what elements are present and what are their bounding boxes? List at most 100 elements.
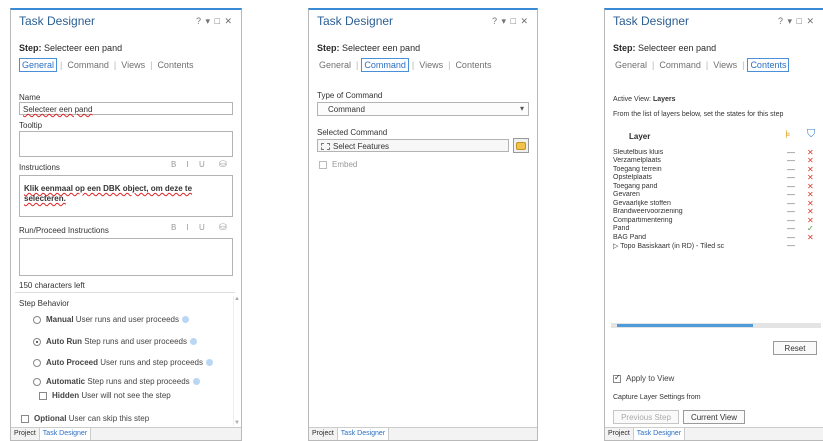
tab-command[interactable]: Command [361, 58, 409, 72]
window-controls[interactable]: ? ▾ □ ✕ [492, 16, 529, 27]
radio-desc: User runs and user proceeds [75, 315, 179, 324]
current-view-button[interactable]: Current View [683, 410, 745, 424]
layer-row[interactable]: Brandweervoorziening — ✕ [613, 207, 818, 216]
tab-general[interactable]: General [317, 59, 353, 71]
active-view: Active View: Layers [613, 96, 676, 103]
tab-command[interactable]: Command [65, 59, 111, 71]
scroll-up-icon[interactable]: ▲ [234, 296, 240, 302]
visibility-column-icon[interactable]: ⊧ [785, 128, 791, 141]
browse-command-button[interactable] [513, 138, 529, 153]
layer-row[interactable]: Opstelplaats — ✕ [613, 173, 818, 182]
step-heading: Step: Selecteer een pand [317, 43, 529, 53]
info-icon[interactable] [205, 359, 213, 366]
pane-tab-project[interactable]: Project [309, 428, 338, 440]
info-icon[interactable] [189, 338, 197, 345]
pane-tab-task-designer[interactable]: Task Designer [337, 428, 390, 440]
optional-checkbox[interactable]: Optional User can skip this step [21, 414, 149, 423]
tab-general[interactable]: General [19, 58, 58, 72]
tab-general[interactable]: General [613, 59, 649, 71]
checkbox-box[interactable] [39, 391, 47, 400]
hidden-checkbox[interactable]: Hidden User will not see the step [39, 391, 171, 400]
tab-views[interactable]: Views [119, 59, 147, 71]
layer-row[interactable]: Toegang pand — ✕ [613, 182, 818, 191]
scroll-down-icon[interactable]: ▼ [234, 420, 240, 426]
horizontal-scrollbar[interactable] [611, 323, 821, 328]
designer-tabs: General | Command | Views | Contents [317, 58, 493, 72]
pane-tab-task-designer[interactable]: Task Designer [633, 428, 686, 440]
tab-command[interactable]: Command [657, 59, 703, 71]
tab-contents[interactable]: Contents [747, 58, 790, 72]
window-controls[interactable]: ? ▾ □ ✕ [778, 16, 815, 27]
step-heading: Step: Selecteer een pand [19, 43, 233, 53]
layer-row[interactable]: Gevaarlijke stoffen — ✕ [613, 199, 818, 208]
selectable-toggle[interactable]: ✕ [807, 233, 814, 242]
radio-manual[interactable]: Manual User runs and user proceeds [33, 315, 189, 324]
visibility-toggle[interactable]: — [787, 241, 795, 250]
info-icon[interactable] [192, 378, 200, 385]
run-clear-format-icon[interactable]: ⛁ [219, 222, 227, 233]
selected-command-value: Select Features [318, 140, 508, 153]
layer-name: Gevaren [613, 191, 640, 199]
layer-row[interactable]: ▷ Topo Basiskaart (in RD) - Tiled sc — [613, 241, 818, 250]
instructions-field[interactable]: Klik eenmaal op een DBK object, om deze … [19, 175, 233, 217]
tooltip-field[interactable] [19, 131, 233, 157]
checkbox-box[interactable] [613, 373, 621, 383]
layer-row[interactable]: BAG Pand — ✕ [613, 233, 818, 242]
layer-name: Pand [613, 225, 630, 233]
radio-auto-proceed[interactable]: Auto Proceed User runs and step proceeds [33, 358, 213, 367]
panel-titlebar: Task Designer ? ▾ □ ✕ [11, 10, 241, 32]
layer-row[interactable]: Compartimentering — ✕ [613, 216, 818, 225]
active-view-value: Layers [652, 96, 676, 103]
pane-tab-project[interactable]: Project [11, 428, 40, 440]
designer-tabs: General | Command | Views | Contents [19, 58, 233, 72]
radio-circle[interactable] [33, 358, 41, 367]
vertical-scrollbar[interactable]: ▲ ▼ [233, 296, 240, 426]
reset-button[interactable]: Reset [773, 341, 817, 355]
panel-titlebar: Task Designer ? ▾ □ ✕ [309, 10, 537, 32]
checkbox-box[interactable] [21, 414, 29, 423]
layer-name: BAG Pand [613, 233, 647, 241]
layer-list: Sleutelbuis kluis — ✕ Verzamelplaats — ✕ Toe… [613, 148, 818, 251]
type-of-command-label: Type of Command [317, 91, 383, 100]
run-instructions-field[interactable] [19, 238, 233, 276]
selectability-column-icon[interactable]: ⛉ [807, 128, 815, 141]
type-of-command-select[interactable]: Command ▾ [317, 102, 529, 116]
tab-views[interactable]: Views [417, 59, 445, 71]
step-label: Step: [19, 43, 42, 53]
layer-row[interactable]: Pand — ✓ [613, 224, 818, 233]
embed-checkbox[interactable]: Embed [319, 160, 357, 169]
layer-row[interactable]: Gevaren — ✕ [613, 190, 818, 199]
pane-tab-project[interactable]: Project [605, 428, 634, 440]
instructions-label: Instructions [19, 163, 60, 172]
layer-row[interactable]: Toegang terrein — ✕ [613, 165, 818, 174]
scroll-thumb[interactable] [617, 324, 753, 327]
clear-format-icon[interactable]: ⛁ [219, 159, 227, 170]
apply-to-view-checkbox[interactable]: Apply to View [613, 373, 674, 383]
checkbox-desc: User will not see the step [81, 391, 171, 400]
layer-row[interactable]: Verzamelplaats — ✕ [613, 156, 818, 165]
checkbox-box[interactable] [319, 160, 327, 169]
tab-views[interactable]: Views [711, 59, 739, 71]
radio-automatic[interactable]: Automatic Step runs and step proceeds [33, 377, 200, 386]
run-format-toolbar[interactable]: B I U [171, 223, 209, 232]
radio-title: Manual [46, 315, 74, 324]
radio-circle[interactable] [33, 315, 41, 324]
layers-hint: From the list of layers below, set the s… [613, 111, 784, 118]
tab-contents[interactable]: Contents [453, 59, 493, 71]
previous-step-button[interactable]: Previous Step [613, 410, 679, 424]
window-controls[interactable]: ? ▾ □ ✕ [196, 16, 233, 27]
chevron-down-icon[interactable]: ▾ [520, 104, 524, 113]
pane-tab-task-designer[interactable]: Task Designer [39, 428, 92, 440]
tab-contents[interactable]: Contents [155, 59, 195, 71]
designer-tabs: General | Command | Views | Contents [613, 58, 815, 72]
selected-command-field[interactable]: Select Features [317, 139, 509, 152]
layer-row[interactable]: Sleutelbuis kluis — ✕ [613, 148, 818, 157]
radio-circle[interactable] [33, 337, 41, 346]
radio-title: Auto Proceed [46, 358, 99, 367]
radio-circle[interactable] [33, 377, 41, 386]
name-field[interactable]: Selecteer een pand [19, 102, 233, 115]
format-toolbar[interactable]: B I U [171, 160, 209, 169]
info-icon[interactable] [181, 316, 189, 323]
task-designer-panel-general: Task Designer ? ▾ □ ✕ Step: Selecteer ee… [10, 8, 242, 441]
radio-auto-run[interactable]: Auto Run Step runs and user proceeds [33, 337, 197, 346]
